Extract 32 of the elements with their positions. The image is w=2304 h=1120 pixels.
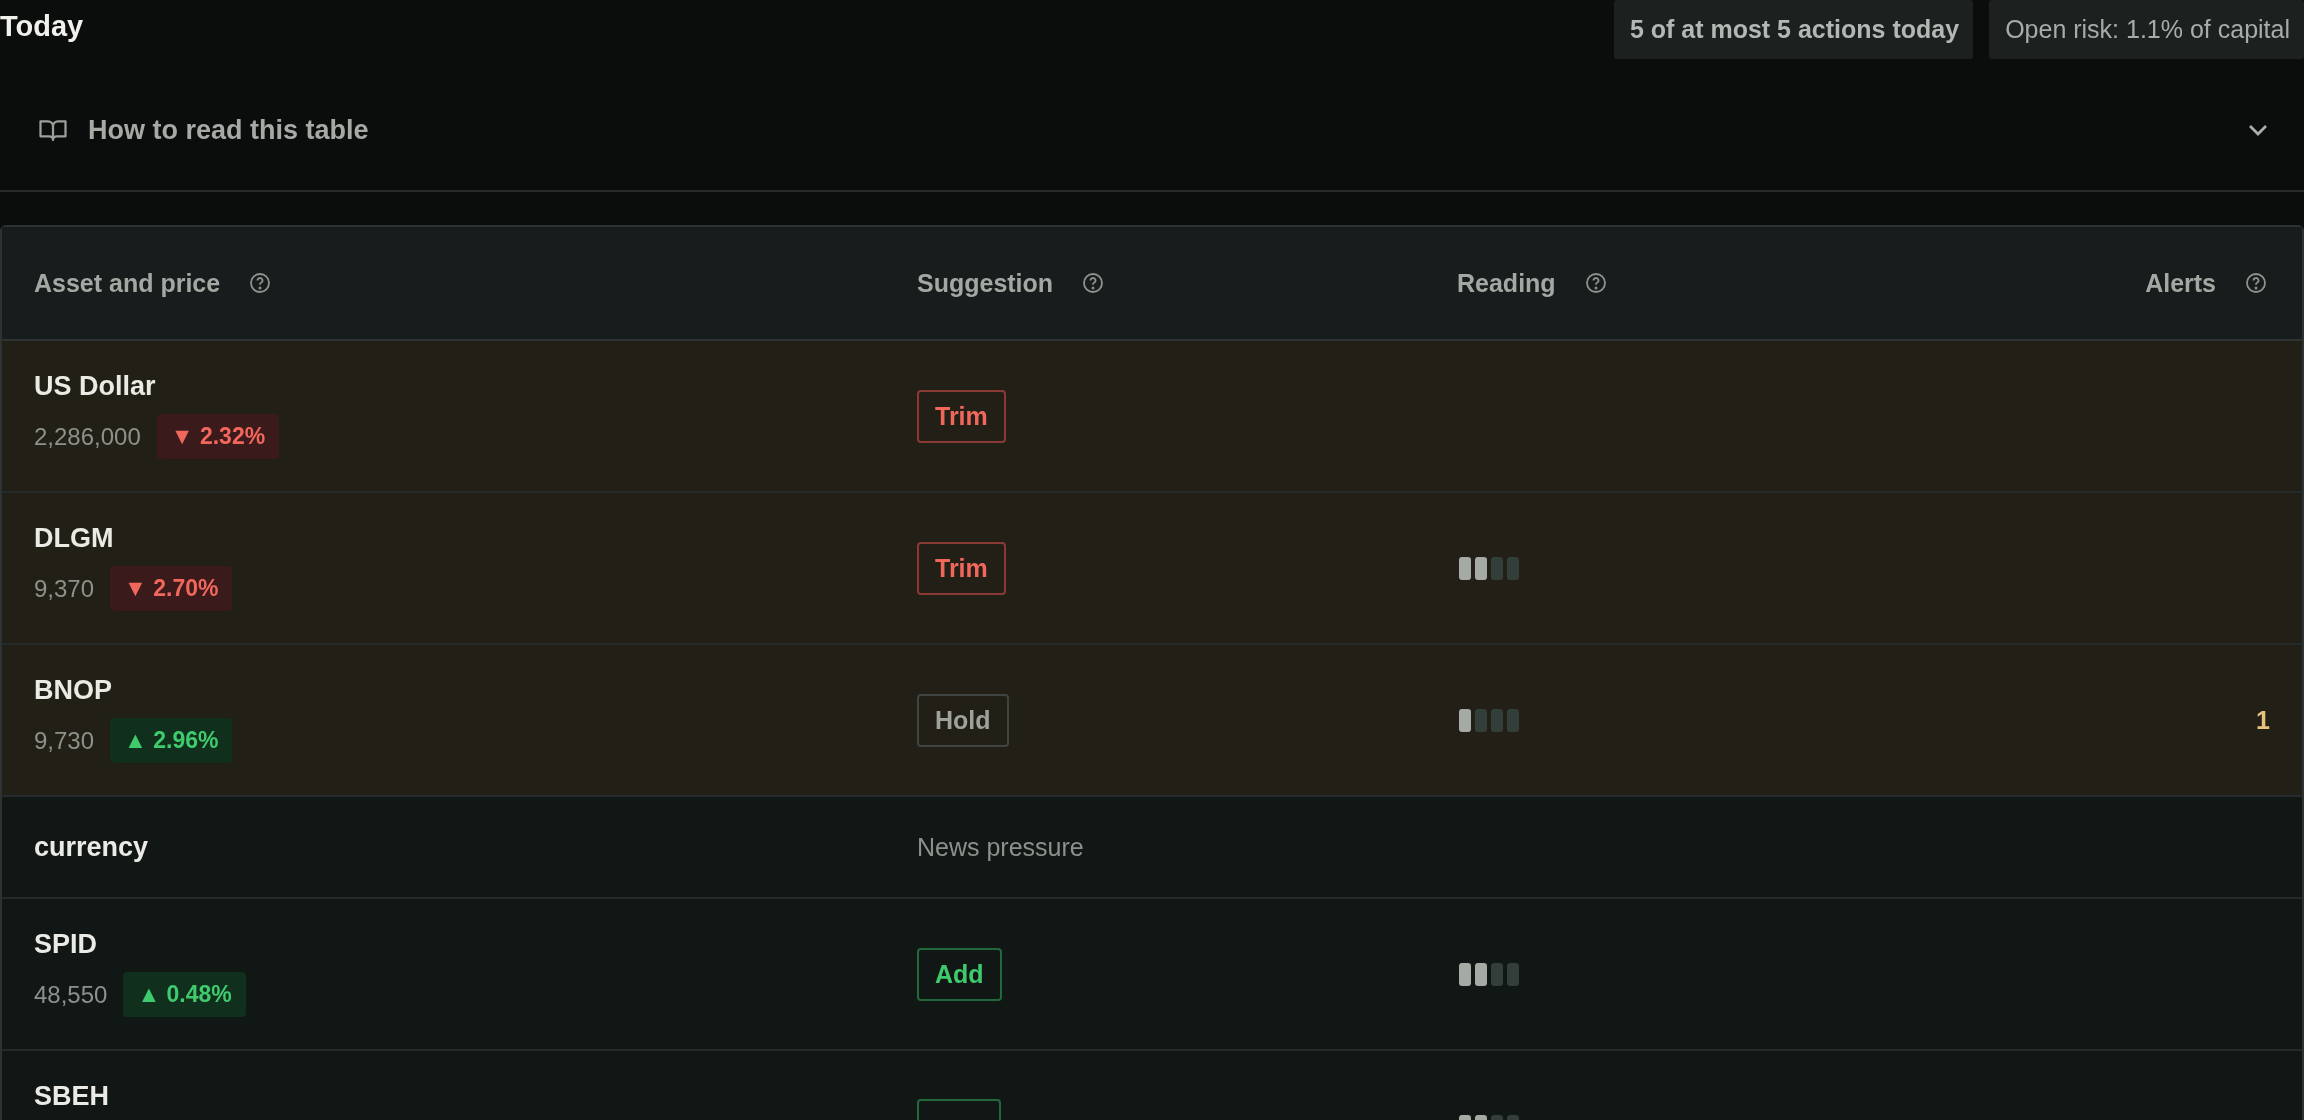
asset-name: SPID: [34, 929, 98, 960]
change-badge: ▲ 0.48%: [123, 972, 246, 1017]
column-header: Asset and price: [34, 268, 221, 298]
change-badge: ▼ 2.32%: [156, 414, 280, 459]
group-note: News pressure: [917, 832, 1084, 862]
help-icon[interactable]: [1081, 271, 1106, 295]
asset-name: DLGM: [34, 523, 114, 554]
price-text: 9,370: [34, 574, 95, 603]
status-badge: Open risk: 1.1% of capital: [1989, 0, 2304, 59]
price-text: 48,550: [34, 980, 108, 1009]
alert-count: 1: [2256, 705, 2270, 735]
suggestion-button[interactable]: Trim: [917, 541, 1006, 595]
asset-name: US Dollar: [34, 371, 156, 402]
help-icon[interactable]: [248, 271, 273, 295]
change-badge: ▲ 2.96%: [110, 718, 233, 763]
help-icon[interactable]: [1583, 271, 1608, 295]
price-text: 2,286,000: [34, 422, 141, 451]
change-badge: ▼ 2.70%: [110, 566, 233, 611]
asset-name: SBEH: [34, 1081, 109, 1112]
page-title: Today: [0, 9, 84, 43]
status-badge: 5 of at most 5 actions today: [1613, 0, 1974, 59]
group-label: currency: [34, 831, 149, 863]
help-icon[interactable]: [2244, 271, 2268, 295]
column-header: Reading: [1457, 268, 1556, 298]
suggestion-button[interactable]: Add: [917, 947, 1002, 1001]
column-header: Alerts: [2145, 268, 2216, 298]
help-label: How to read this table: [88, 114, 369, 146]
asset-name: BNOP: [34, 675, 112, 706]
price-text: 9,730: [34, 726, 95, 755]
suggestion-button[interactable]: Trim: [917, 389, 1006, 443]
suggestion-button[interactable]: Hold: [917, 693, 1009, 747]
column-header: Suggestion: [917, 268, 1054, 298]
